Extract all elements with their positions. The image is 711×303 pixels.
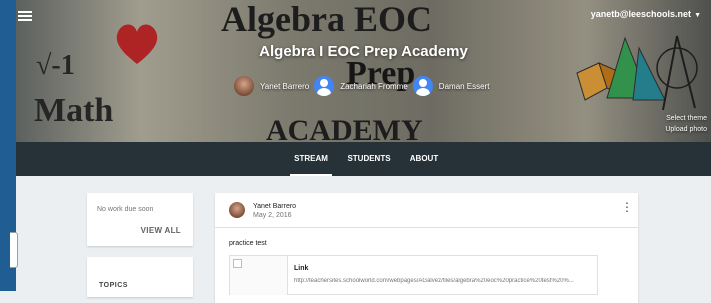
post-date: May 2, 2016 — [253, 212, 292, 219]
tab-stream[interactable]: STREAM — [290, 142, 332, 176]
teacher-name: Daman Essert — [438, 81, 490, 91]
more-options-icon[interactable]: ⋮ — [620, 200, 634, 216]
account-email: yanetb@leeschools.net — [590, 9, 692, 19]
teacher-chip[interactable]: Zachariah Fromme — [314, 76, 408, 96]
teacher-name: Yanet Barrero — [260, 81, 310, 91]
tab-about[interactable]: ABOUT — [404, 142, 444, 176]
class-tabs: STREAM STUDENTS ABOUT — [16, 142, 711, 176]
tab-students[interactable]: STUDENTS — [342, 142, 396, 176]
upcoming-card: No work due soon VIEW ALL — [87, 193, 193, 246]
class-banner: √-1 Math Algebra EOC Prep ACADEMY yanetb… — [16, 0, 711, 142]
topics-heading: TOPICS — [99, 282, 128, 289]
stream-post: Yanet Barrero May 2, 2016 ⋮ practice tes… — [215, 193, 638, 303]
attachment-url: http://teachersites.schoolworld.com/webp… — [294, 278, 574, 284]
teacher-list: Yanet Barrero Zachariah Fromme Daman Ess… — [234, 76, 494, 96]
person-icon — [314, 76, 335, 96]
topics-card: TOPICS — [87, 257, 193, 297]
account-switcher[interactable]: yanetb@leeschools.net ▼ — [591, 9, 701, 19]
no-work-due-text: No work due soon — [97, 206, 154, 213]
teacher-name: Zachariah Fromme — [340, 81, 408, 91]
teacher-chip[interactable]: Yanet Barrero — [234, 76, 309, 96]
side-panel-handle[interactable] — [10, 232, 18, 268]
select-theme-link[interactable]: Select theme — [665, 113, 707, 124]
person-icon — [412, 76, 433, 96]
view-all-button[interactable]: VIEW ALL — [141, 226, 181, 235]
attachment-title: Link — [294, 265, 309, 272]
avatar — [234, 76, 254, 96]
banner-actions: Select theme Upload photo — [665, 113, 707, 135]
banner-overlay — [16, 0, 711, 142]
post-author: Yanet Barrero — [253, 203, 297, 210]
link-attachment[interactable]: Link http://teachersites.schoolworld.com… — [229, 255, 598, 295]
menu-icon[interactable] — [18, 10, 32, 22]
teacher-chip[interactable]: Daman Essert — [412, 76, 490, 96]
caret-down-icon: ▼ — [694, 12, 701, 19]
avatar — [229, 202, 245, 218]
attachment-thumbnail — [230, 256, 288, 295]
divider — [215, 227, 638, 228]
upload-photo-link[interactable]: Upload photo — [665, 124, 707, 135]
class-title: Algebra I EOC Prep Academy — [259, 43, 468, 60]
post-body: practice test — [229, 240, 267, 247]
broken-image-icon — [233, 259, 242, 268]
